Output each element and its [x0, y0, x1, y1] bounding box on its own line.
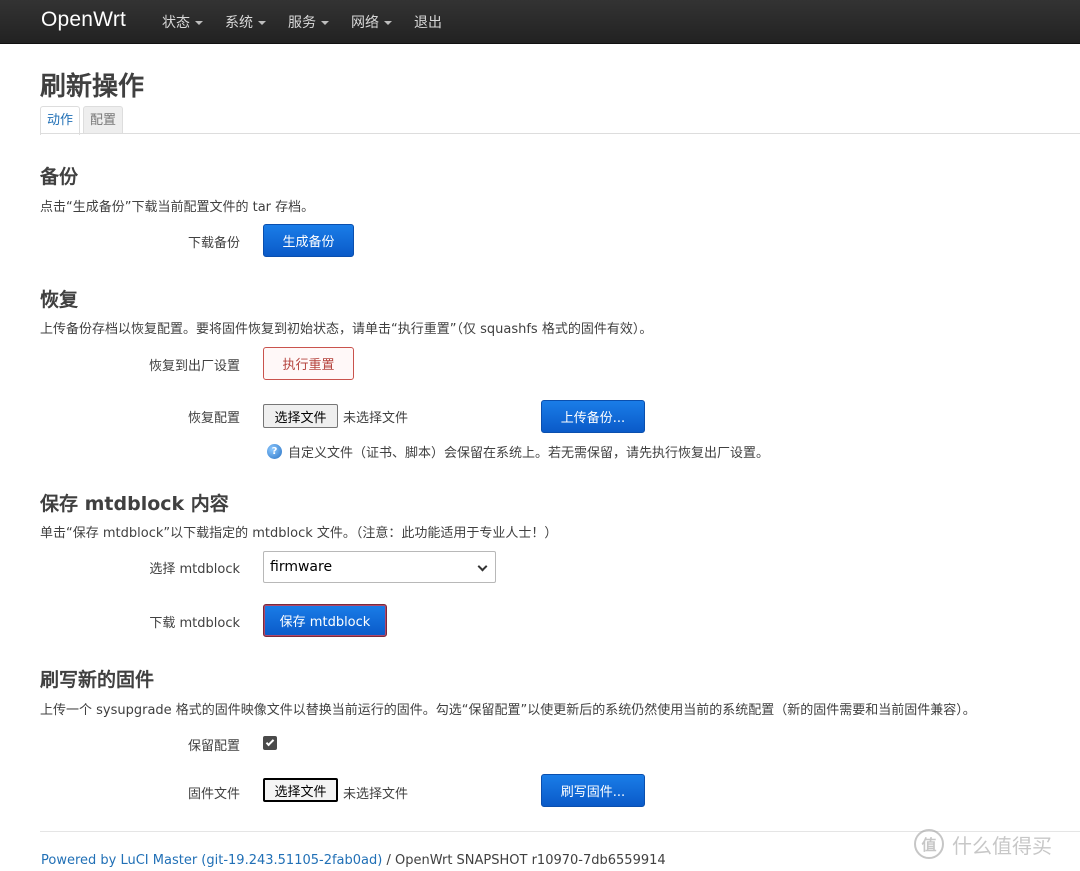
- menu-status-label: 状态: [162, 15, 190, 31]
- mtdblock-section-title: 保存 mtdblock 内容: [40, 493, 229, 515]
- mtdblock-select[interactable]: firmware: [263, 551, 496, 583]
- firmware-no-file-text: 未选择文件: [343, 787, 409, 802]
- chevron-down-icon: [477, 561, 488, 572]
- menu-logout[interactable]: 退出: [414, 12, 442, 32]
- download-backup-label: 下载备份: [187, 236, 240, 251]
- factory-reset-label: 恢复到出厂设置: [148, 359, 240, 374]
- watermark-text: 什么值得买: [952, 833, 1052, 858]
- firmware-choose-file-button[interactable]: 选择文件: [263, 778, 338, 802]
- flash-section-title: 刷写新的固件: [40, 669, 155, 691]
- menu-network[interactable]: 网络: [351, 12, 392, 32]
- footer: Powered by LuCI Master (git-19.243.51105…: [41, 853, 666, 868]
- upload-backup-button[interactable]: 上传备份...: [541, 400, 645, 433]
- flash-description: 上传一个 sysupgrade 格式的固件映像文件以替换当前运行的固件。勾选“保…: [40, 703, 976, 718]
- mtdblock-select-value: firmware: [270, 559, 333, 575]
- footer-separator: /: [382, 853, 395, 868]
- restore-description: 上传备份存档以恢复配置。要将固件恢复到初始状态，请单击“执行重置”（仅 squa…: [40, 322, 653, 337]
- menu-services[interactable]: 服务: [288, 12, 329, 32]
- firmware-file-label: 固件文件: [187, 787, 240, 802]
- restore-no-file-text: 未选择文件: [343, 411, 409, 426]
- restore-config-label: 恢复配置: [187, 411, 240, 426]
- menu-network-label: 网络: [351, 15, 379, 31]
- backup-section-title: 备份: [40, 166, 79, 188]
- restore-hint-text: 自定义文件（证书、脚本）会保留在系统上。若无需保留，请先执行恢复出厂设置。: [288, 446, 770, 461]
- watermark-logo-icon: 值: [914, 829, 944, 859]
- mtdblock-description: 单击“保存 mtdblock”以下载指定的 mtdblock 文件。（注意：此功…: [40, 526, 558, 541]
- tab-configuration[interactable]: 配置: [83, 106, 124, 134]
- select-mtdblock-label: 选择 mtdblock: [149, 562, 240, 577]
- chevron-down-icon: [195, 21, 203, 25]
- menu-system[interactable]: 系统: [225, 12, 266, 32]
- menu-system-label: 系统: [225, 15, 253, 31]
- backup-description: 点击“生成备份”下载当前配置文件的 tar 存档。: [40, 200, 315, 215]
- menu-logout-label: 退出: [414, 15, 442, 31]
- keep-settings-label: 保留配置: [187, 739, 240, 754]
- download-mtdblock-label: 下载 mtdblock: [149, 616, 240, 631]
- tab-divider: [40, 133, 1080, 134]
- page-title: 刷新操作: [40, 72, 145, 102]
- save-mtdblock-button[interactable]: 保存 mtdblock: [263, 604, 387, 637]
- check-icon: [265, 737, 275, 747]
- keep-settings-checkbox[interactable]: [263, 736, 277, 750]
- main-menu: 状态 系统 服务 网络 退出: [162, 0, 464, 44]
- watermark: 值 什么值得买: [914, 829, 1052, 859]
- chevron-down-icon: [321, 21, 329, 25]
- flash-firmware-button[interactable]: 刷写固件...: [541, 774, 645, 807]
- menu-services-label: 服务: [288, 15, 316, 31]
- tab-actions[interactable]: 动作: [40, 106, 81, 135]
- luci-link[interactable]: Powered by LuCI Master (git-19.243.51105…: [41, 853, 382, 868]
- perform-reset-button[interactable]: 执行重置: [263, 347, 354, 380]
- generate-backup-button[interactable]: 生成备份: [263, 224, 354, 257]
- restore-section-title: 恢复: [40, 289, 79, 311]
- top-navbar: OpenWrt 状态 系统 服务 网络 退出: [0, 0, 1080, 44]
- tab-bar: 动作 配置: [40, 106, 126, 135]
- footer-version: OpenWrt SNAPSHOT r10970-7db6559914: [394, 853, 666, 868]
- info-icon: ?: [267, 444, 282, 459]
- restore-hint: ? 自定义文件（证书、脚本）会保留在系统上。若无需保留，请先执行恢复出厂设置。: [267, 442, 769, 461]
- chevron-down-icon: [258, 21, 266, 25]
- menu-status[interactable]: 状态: [162, 12, 203, 32]
- restore-choose-file-button[interactable]: 选择文件: [263, 404, 338, 428]
- chevron-down-icon: [384, 21, 392, 25]
- brand-logo[interactable]: OpenWrt: [41, 8, 126, 32]
